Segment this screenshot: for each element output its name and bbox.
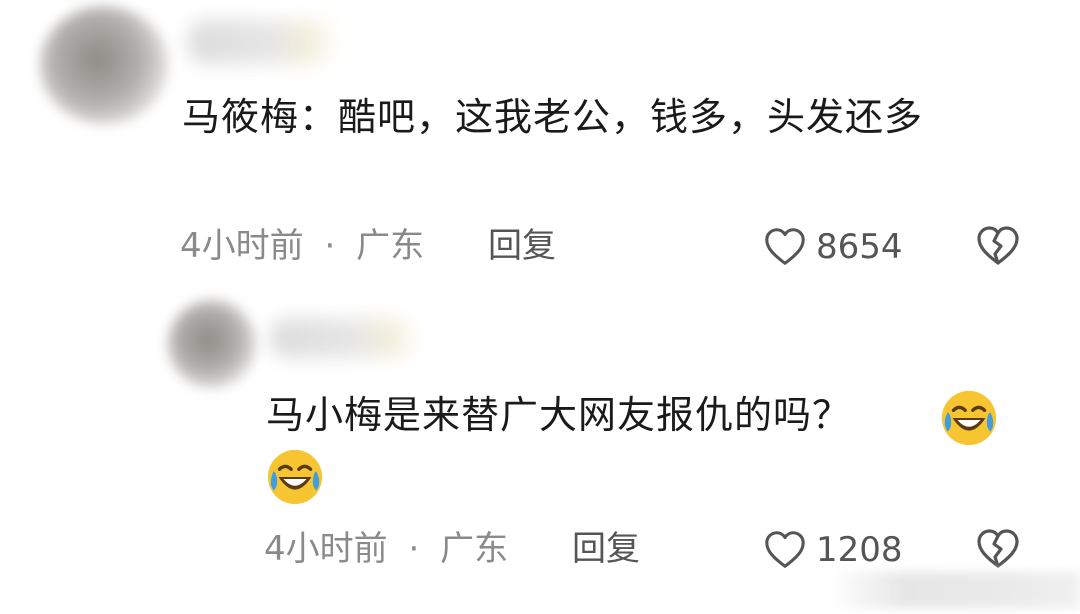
comment-meta: 4小时前 · 广东 (264, 529, 508, 569)
reply-button[interactable]: 回复 (488, 226, 556, 266)
like-button[interactable]: 8654 (762, 224, 903, 270)
like-count: 1208 (816, 530, 903, 570)
broken-heart-icon (977, 529, 1019, 568)
comment-time: 4小时前 (180, 226, 304, 266)
avatar[interactable] (168, 300, 256, 388)
comment-location: 广东 (356, 226, 425, 266)
comment-meta: 4小时前 · 广东 (180, 226, 424, 266)
meta-separator: · (408, 529, 420, 569)
avatar[interactable] (40, 6, 168, 124)
meta-separator: · (324, 226, 336, 266)
laughing-crying-emoji (941, 390, 997, 446)
laughing-crying-emoji (267, 449, 323, 505)
comment-location: 广东 (440, 529, 509, 569)
reply-button[interactable]: 回复 (572, 529, 640, 569)
heart-outline-icon (765, 531, 805, 568)
comment-time: 4小时前 (264, 529, 388, 569)
username-blurred[interactable] (188, 20, 338, 64)
like-count: 8654 (816, 227, 903, 267)
heart-outline-icon (765, 228, 805, 265)
comment-text: 马小梅是来替广大网友报仇的吗？ (266, 393, 852, 437)
watermark-blur (830, 572, 1080, 608)
like-button[interactable]: 1208 (762, 527, 903, 573)
dislike-button[interactable] (974, 222, 1022, 274)
dislike-button[interactable] (974, 525, 1022, 577)
comment-thread: 马筱梅：酷吧，这我老公，钱多，头发还多 4小时前 · 广东 回复 8654 马小… (0, 0, 1080, 614)
comment-text: 马筱梅：酷吧，这我老公，钱多，头发还多 (182, 95, 924, 139)
broken-heart-icon (977, 226, 1019, 265)
username-blurred[interactable] (270, 318, 420, 358)
